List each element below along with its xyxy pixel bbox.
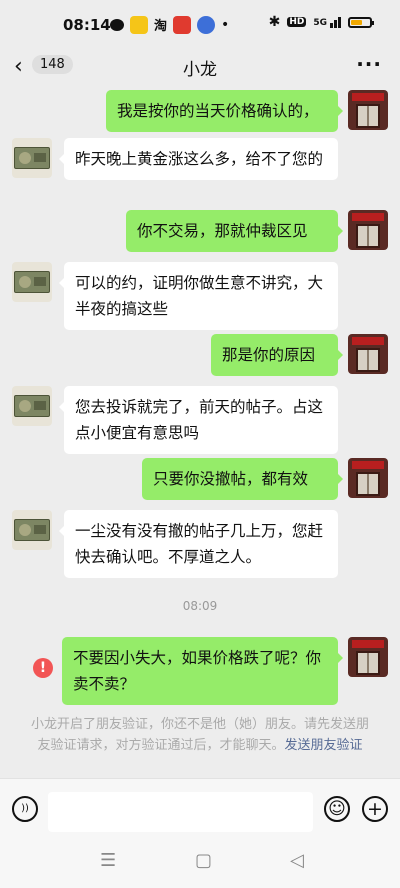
menu-icon[interactable]: ☰ (100, 850, 116, 871)
system-navigation-bar: ☰ ▢ ◁ (0, 840, 400, 888)
input-bar: )) ☺ + (0, 778, 400, 841)
my-avatar[interactable] (348, 458, 388, 498)
more-options-button[interactable]: ··· (356, 52, 382, 76)
sent-message[interactable]: 我是按你的当天价格确认的， (106, 90, 343, 132)
bluetooth-icon: ✱ (268, 14, 281, 30)
back-icon[interactable]: ◁ (290, 850, 304, 871)
notification-dot: • (221, 16, 230, 33)
status-indicators: ✱ HD 5G (268, 14, 374, 30)
signal-icon: 5G (313, 16, 341, 28)
sent-message-failed[interactable]: 不要因小失大，如果价格跌了呢？你卖不卖？ (62, 637, 343, 705)
contact-avatar[interactable] (12, 138, 52, 178)
treasure-app-icon (130, 15, 148, 34)
red-app-icon (173, 15, 192, 34)
send-friend-request-link[interactable]: 发送朋友验证 (285, 738, 363, 753)
received-message[interactable]: 一尘没有没有撤的帖子几上万，您赶快去确认吧。不厚道之人。 (59, 510, 338, 578)
home-icon[interactable]: ▢ (195, 850, 212, 871)
received-message[interactable]: 您去投诉就完了，前天的帖子。占这点小便宜有意思吗 (59, 386, 338, 454)
chat-title: 小龙 (183, 60, 217, 80)
message-input[interactable] (48, 792, 313, 832)
my-avatar[interactable] (348, 637, 388, 677)
contact-avatar[interactable] (12, 262, 52, 302)
plus-button[interactable]: + (362, 796, 388, 822)
send-failed-icon[interactable]: ! (33, 658, 53, 678)
my-avatar[interactable] (348, 210, 388, 250)
taobao-icon: 淘 (154, 19, 168, 34)
voice-input-button[interactable]: )) (12, 796, 38, 822)
friend-verification-notice: 小龙开启了朋友验证，你还不是他（她）朋友。请先发送朋友验证请求，对方验证通过后，… (30, 714, 370, 756)
message-timestamp: 08:09 (182, 599, 218, 613)
contact-avatar[interactable] (12, 386, 52, 426)
sent-message[interactable]: 那是你的原因 (211, 334, 343, 376)
status-bar: 08:14 淘 • ✱ HD 5G (0, 0, 400, 48)
battery-level (351, 19, 362, 25)
my-avatar[interactable] (348, 90, 388, 130)
contact-avatar[interactable] (12, 510, 52, 550)
hd-icon: HD (287, 17, 307, 27)
received-message[interactable]: 可以的约，证明你做生意不讲究，大半夜的搞这些 (59, 262, 338, 330)
message-list[interactable]: 我是按你的当天价格确认的， 昨天晚上黄金涨这么多，给不了您的 你不交易，那就仲裁… (0, 88, 400, 778)
my-avatar[interactable] (348, 334, 388, 374)
blue-app-icon (197, 15, 216, 34)
sent-message[interactable]: 你不交易，那就仲裁区见 (126, 210, 343, 252)
status-time: 08:14 (63, 16, 111, 34)
battery-icon (348, 16, 374, 28)
emoji-button[interactable]: ☺ (324, 796, 350, 822)
chat-header: ‹ 148 小龙 ··· (0, 48, 400, 88)
status-app-icons: 淘 • (110, 15, 229, 34)
sent-message[interactable]: 只要你没撤帖，都有效 (142, 458, 343, 500)
wechat-icon (110, 18, 124, 31)
received-message[interactable]: 昨天晚上黄金涨这么多，给不了您的 (59, 138, 338, 180)
